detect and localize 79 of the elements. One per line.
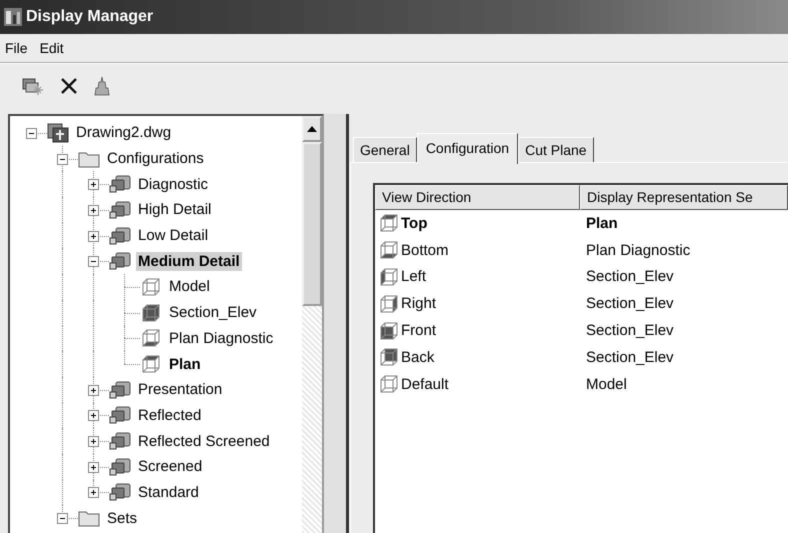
delete-icon[interactable] (60, 77, 78, 95)
tree-item[interactable]: Reflected (136, 406, 204, 425)
configuration-icon (109, 251, 131, 272)
table-cell[interactable]: Bottom (401, 242, 449, 259)
scroll-up-icon[interactable] (307, 126, 317, 132)
table-cell: Plan Diagnostic (586, 242, 690, 259)
tree-item[interactable]: Low Detail (136, 226, 210, 246)
tree-item[interactable]: Model (167, 277, 212, 296)
column-header[interactable]: Display Representation Se (580, 185, 788, 210)
configuration-icon (109, 174, 131, 194)
expander-icon[interactable] (88, 462, 99, 473)
table-cell[interactable]: Front (401, 322, 436, 340)
expander-icon[interactable] (88, 410, 99, 422)
cube-icon (140, 328, 162, 348)
cube-icon (379, 347, 399, 368)
tree-item[interactable]: Sets (105, 508, 140, 528)
tab[interactable]: General (353, 137, 417, 162)
cube-icon (379, 374, 399, 394)
scrollbar[interactable] (302, 116, 322, 533)
table-cell[interactable]: Default (401, 376, 449, 393)
tree-item[interactable]: Presentation (136, 380, 224, 400)
configuration-icon (109, 405, 131, 426)
table-cell[interactable]: Back (401, 348, 434, 366)
table-cell: Model (586, 376, 627, 393)
table-cell[interactable]: Left (401, 268, 426, 286)
tower-icon[interactable] (94, 76, 110, 96)
expander-icon[interactable] (88, 230, 99, 242)
folder-icon (78, 509, 100, 528)
expander-icon[interactable] (88, 179, 99, 190)
table-cell: Section_Elev (586, 322, 674, 340)
tree-item[interactable]: Drawing2.dwg (74, 123, 174, 142)
expander-icon[interactable] (57, 513, 68, 524)
table-cell: Section_Elev (586, 348, 674, 366)
table-cell[interactable]: Right (401, 295, 436, 312)
configuration-icon (109, 200, 131, 220)
table-cell: Section_Elev (586, 295, 674, 312)
configuration-icon (109, 456, 131, 477)
tree-item[interactable]: Plan (167, 354, 203, 374)
column-header[interactable]: View Direction (375, 185, 580, 210)
cube-icon (140, 302, 162, 323)
cube-icon (379, 294, 399, 314)
expander-icon[interactable] (88, 384, 99, 396)
cube-icon (140, 354, 162, 374)
expander-icon[interactable] (26, 128, 37, 139)
splitter[interactable] (324, 114, 349, 533)
menu-item[interactable]: File (5, 40, 28, 56)
cube-icon (379, 240, 399, 260)
tree-item[interactable]: Medium Detail (136, 252, 242, 271)
tree-item[interactable]: Section_Elev (167, 303, 259, 322)
cube-icon (379, 266, 399, 287)
expander-icon[interactable] (88, 256, 99, 268)
tab[interactable]: Configuration (416, 133, 518, 164)
tree-item[interactable]: Screened (136, 457, 204, 476)
configuration-icon (109, 431, 131, 452)
new-item-icon[interactable] (22, 76, 44, 96)
tree-item[interactable]: Standard (136, 482, 201, 502)
tree-item[interactable]: Reflected Screened (136, 432, 272, 451)
window-title: Display Manager (26, 8, 154, 26)
tab[interactable]: Cut Plane (518, 137, 594, 162)
tree-item[interactable]: Configurations (105, 149, 206, 168)
expander-icon[interactable] (88, 204, 99, 216)
cube-icon (140, 276, 162, 297)
table-cell: Plan (586, 214, 618, 232)
folder-icon (78, 150, 100, 168)
expander-icon[interactable] (88, 487, 99, 498)
app-icon (4, 8, 22, 26)
tree-item[interactable]: High Detail (136, 200, 214, 220)
expander-icon[interactable] (88, 436, 99, 448)
cube-icon (379, 320, 399, 341)
tree-item[interactable]: Diagnostic (136, 174, 210, 194)
table-cell: Section_Elev (586, 268, 674, 286)
menu-item[interactable]: Edit (40, 40, 64, 56)
table-cell[interactable]: Top (401, 214, 428, 232)
cube-icon (379, 213, 399, 234)
configuration-icon (109, 380, 131, 400)
tree-item[interactable]: Plan Diagnostic (167, 328, 276, 348)
expander-icon[interactable] (57, 154, 68, 165)
configuration-icon (109, 482, 131, 502)
configuration-icon (109, 226, 131, 246)
